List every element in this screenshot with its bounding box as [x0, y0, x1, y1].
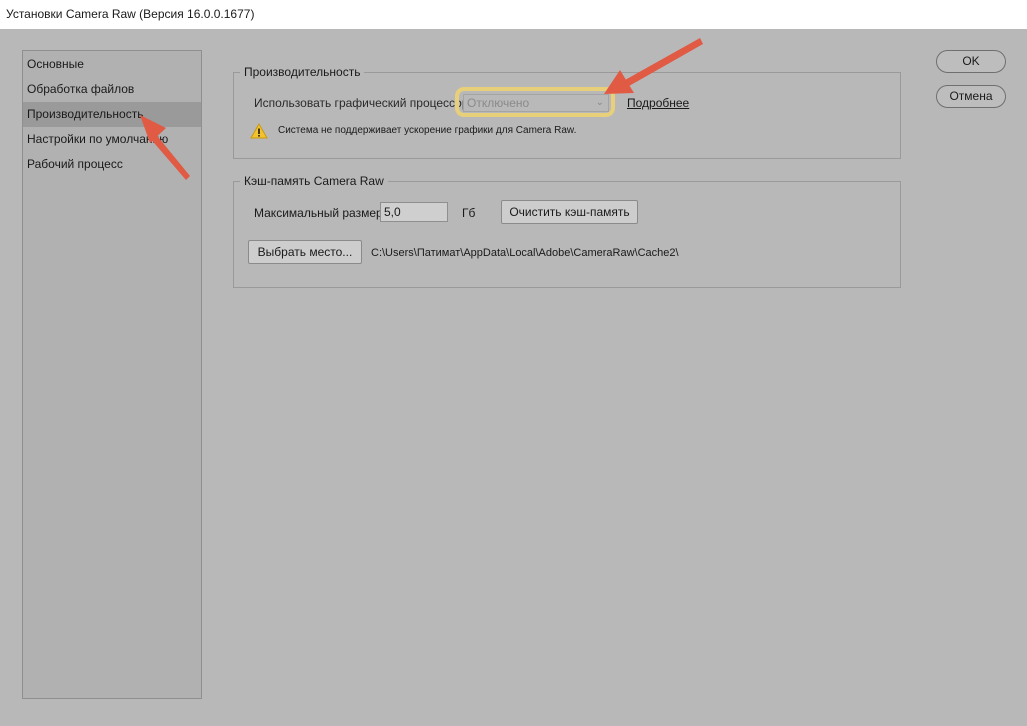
window-title: Установки Camera Raw (Версия 16.0.0.1677… [0, 0, 1027, 29]
choose-location-button[interactable]: Выбрать место... [248, 240, 362, 264]
ok-button[interactable]: OK [936, 50, 1006, 73]
sidebar-item-raw-defaults[interactable]: Настройки по умолчанию [23, 127, 201, 152]
performance-group: Производительность Использовать графичес… [233, 66, 901, 159]
cache-group-title: Кэш-память Camera Raw [240, 175, 388, 188]
sidebar-item-performance[interactable]: Производительность [23, 102, 201, 127]
purge-cache-button[interactable]: Очистить кэш-память [501, 200, 638, 224]
sidebar-item-workflow[interactable]: Рабочий процесс [23, 152, 201, 177]
sidebar-item-general[interactable]: Основные [23, 52, 201, 77]
sidebar-item-file-handling[interactable]: Обработка файлов [23, 77, 201, 102]
warning-icon [250, 122, 268, 142]
max-size-unit: Гб [462, 206, 476, 220]
gpu-label: Использовать графический процессор: [254, 96, 472, 110]
gpu-select-highlight [455, 87, 615, 117]
max-size-label: Максимальный размер: [254, 206, 387, 220]
cache-path: C:\Users\Патимат\AppData\Local\Adobe\Cam… [371, 247, 679, 259]
performance-group-title: Производительность [240, 66, 365, 79]
preferences-sidebar: Основные Обработка файлов Производительн… [22, 50, 202, 699]
cache-group: Кэш-память Camera Raw Максимальный разме… [233, 175, 901, 288]
more-info-link[interactable]: Подробнее [627, 96, 689, 110]
cancel-button[interactable]: Отмена [936, 85, 1006, 108]
max-size-input[interactable]: 5,0 [380, 202, 448, 222]
gpu-warning-text: Система не поддерживает ускорение график… [278, 125, 577, 136]
